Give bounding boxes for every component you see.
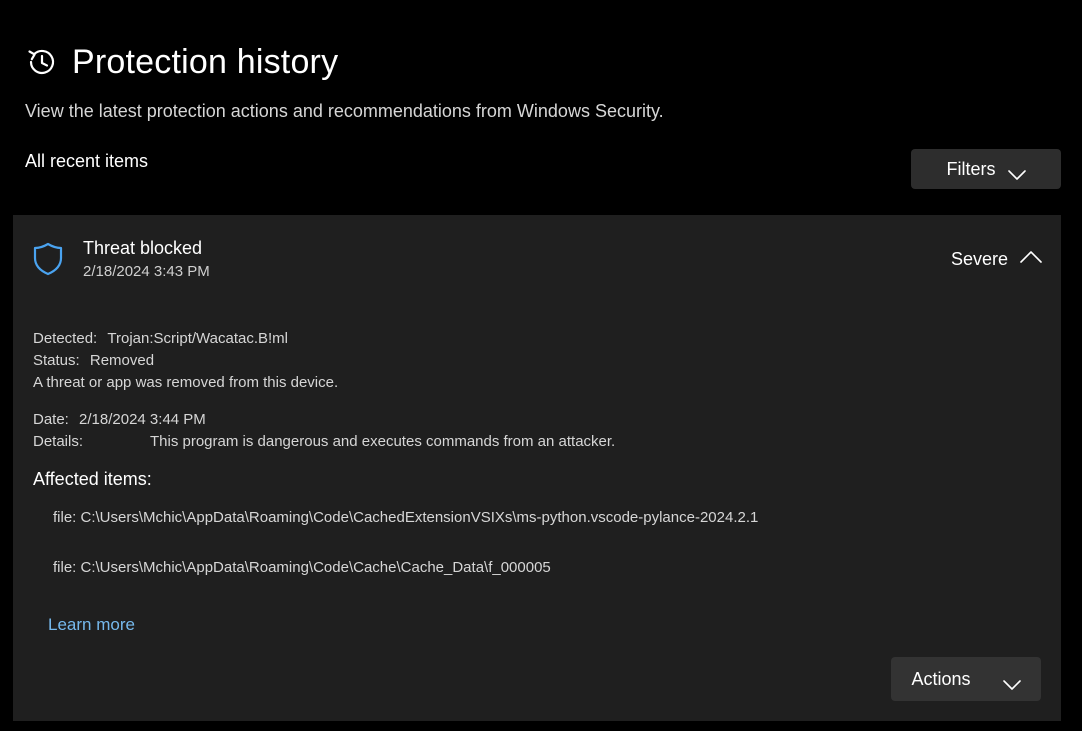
learn-more-link[interactable]: Learn more: [48, 615, 135, 635]
detected-label: Detected:: [33, 330, 98, 347]
date-label: Date:: [33, 411, 69, 428]
chevron-down-icon: [1007, 164, 1026, 180]
date-value: 2/18/2024 3:44 PM: [79, 411, 206, 428]
detected-row: Detected: Trojan:Script/Wacatac.B!ml: [33, 330, 288, 347]
page-title: Protection history: [72, 42, 339, 81]
chevron-up-icon[interactable]: [1019, 249, 1043, 265]
status-message: A threat or app was removed from this de…: [33, 374, 339, 391]
severity-label: Severe: [951, 249, 1009, 269]
threat-card: Threat blocked 2/18/2024 3:43 PM Severe …: [13, 215, 1061, 721]
history-clock-icon: [25, 45, 59, 79]
status-row: Status: Removed: [33, 352, 154, 369]
actions-button[interactable]: Actions: [891, 657, 1041, 701]
detected-value: Trojan:Script/Wacatac.B!ml: [107, 330, 288, 347]
filters-button-label: Filters: [946, 158, 996, 179]
date-row: Date: 2/18/2024 3:44 PM: [33, 411, 206, 428]
threat-timestamp: 2/18/2024 3:43 PM: [83, 263, 210, 280]
status-label: Status:: [33, 352, 80, 369]
title-row: Protection history: [25, 40, 338, 84]
affected-items-heading: Affected items:: [33, 469, 152, 489]
details-value: This program is dangerous and executes c…: [150, 433, 616, 450]
affected-item: file: C:\Users\Mchic\AppData\Roaming\Cod…: [53, 509, 759, 526]
status-value: Removed: [89, 352, 155, 369]
chevron-down-icon: [1002, 674, 1021, 690]
actions-button-label: Actions: [911, 668, 971, 689]
affected-item: file: C:\Users\Mchic\AppData\Roaming\Cod…: [53, 559, 551, 576]
shield-icon: [33, 242, 63, 276]
filters-button[interactable]: Filters: [911, 149, 1061, 189]
threat-title: Threat blocked: [83, 238, 203, 258]
page-subtitle: View the latest protection actions and r…: [25, 101, 664, 121]
protection-history-page: Protection history View the latest prote…: [0, 0, 1082, 731]
details-label: Details:: [33, 433, 84, 450]
section-label: All recent items: [25, 151, 149, 171]
